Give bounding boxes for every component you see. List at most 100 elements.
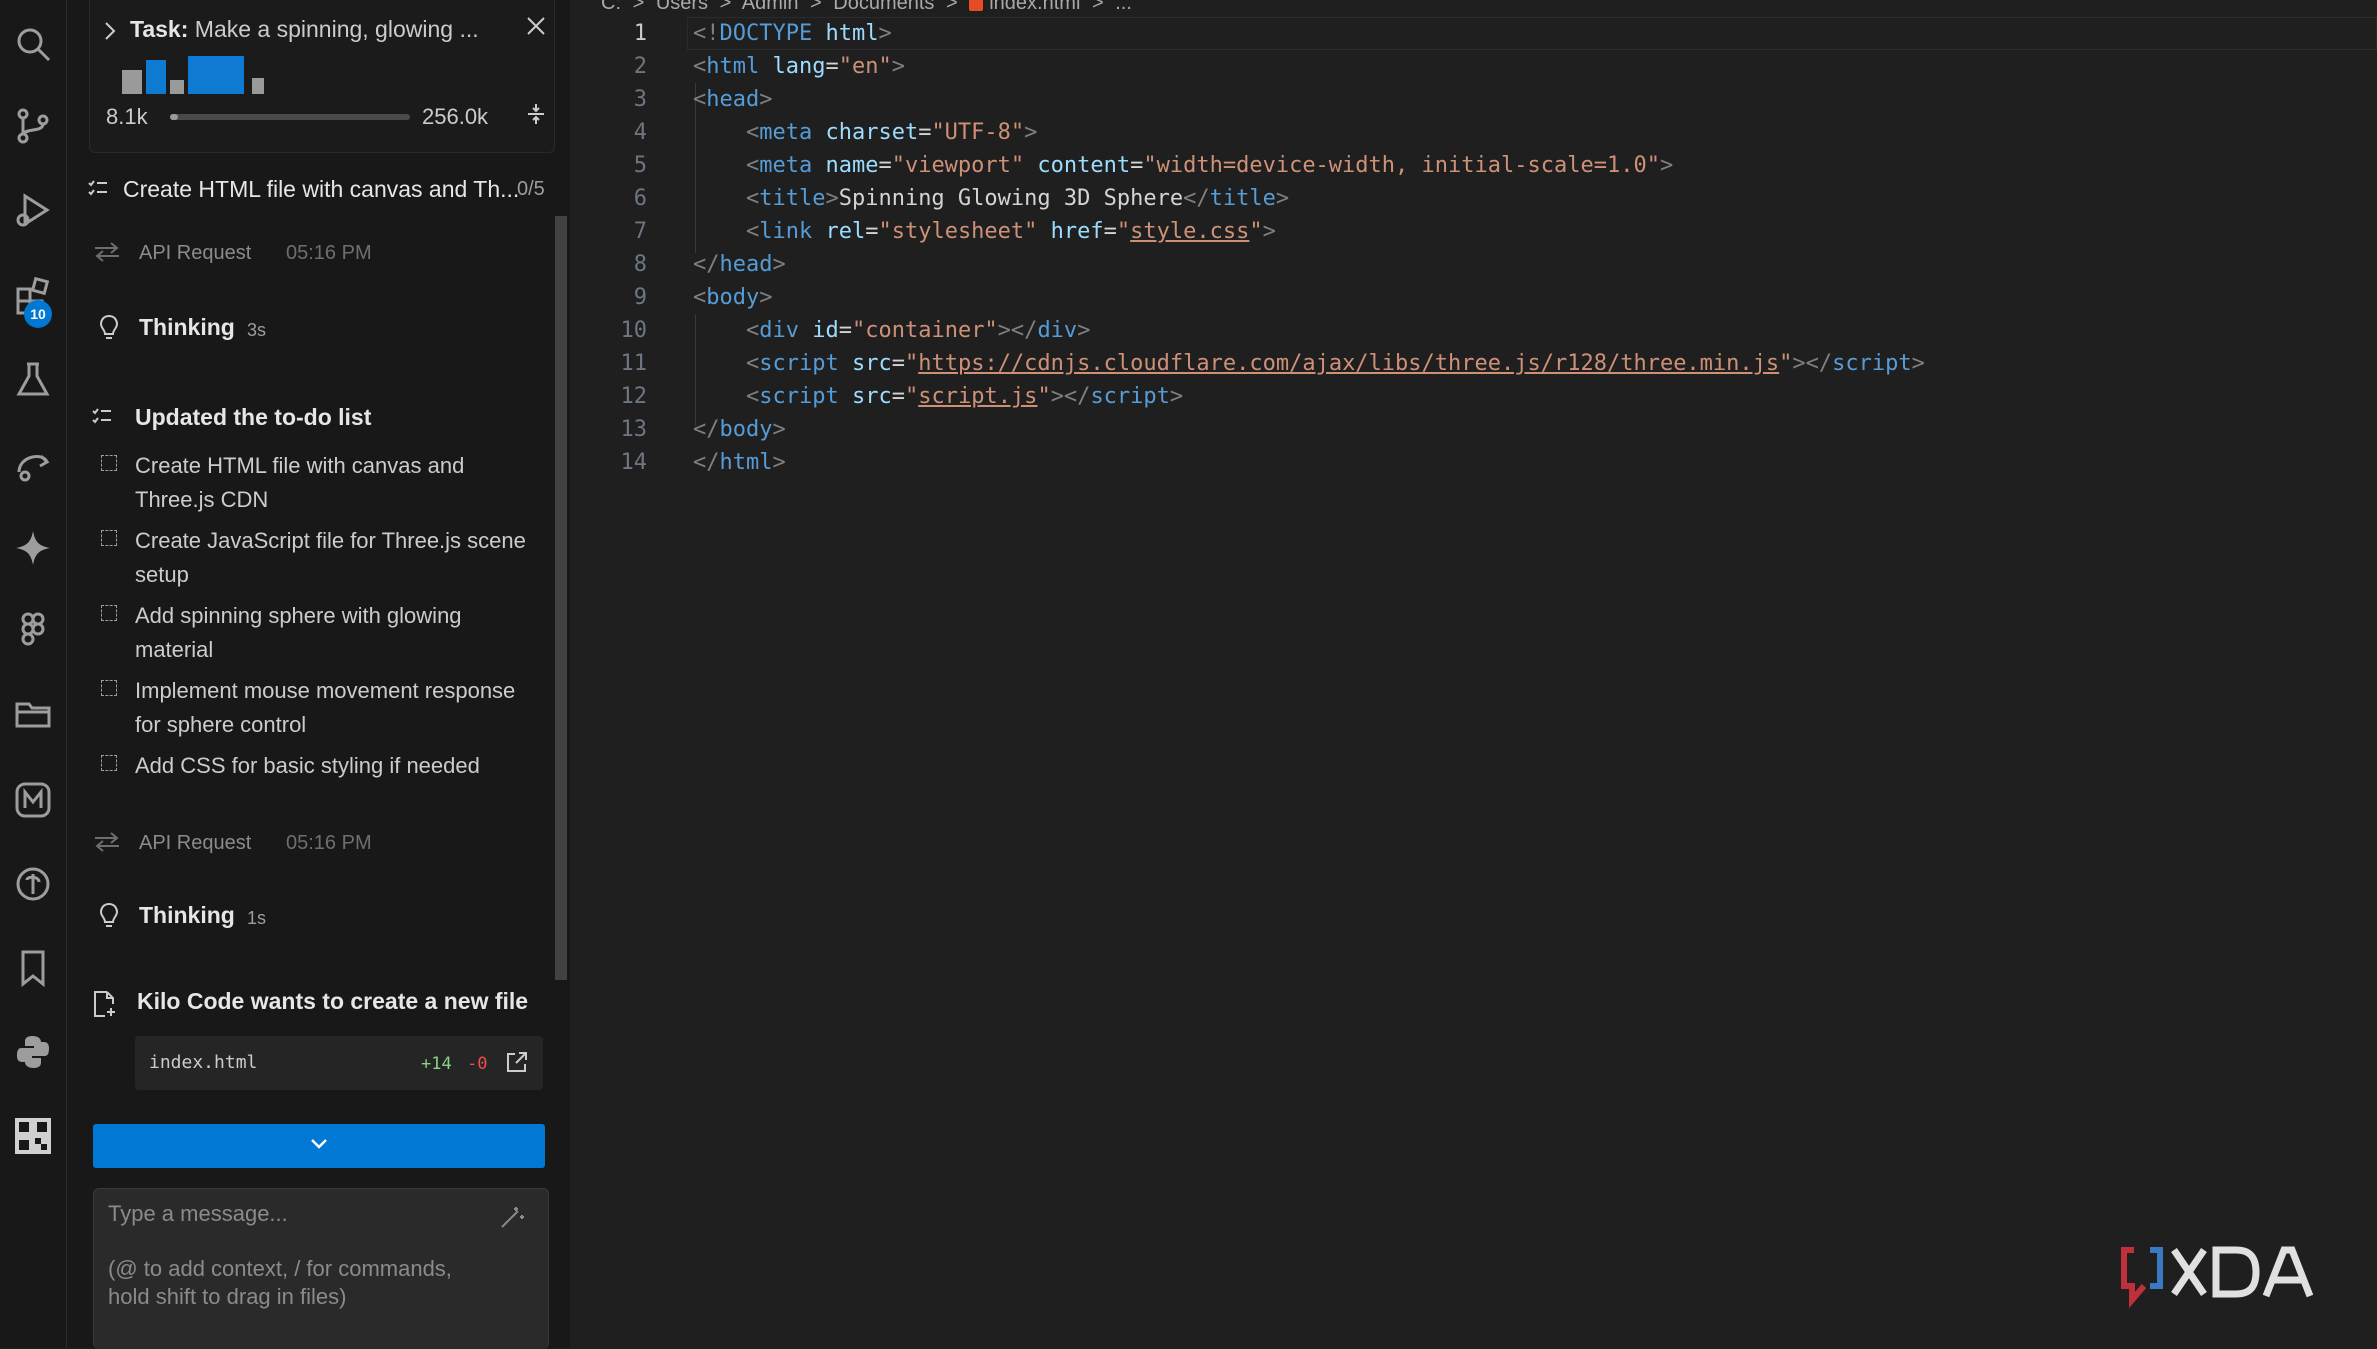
code-line[interactable]: 13 </body> xyxy=(571,413,2377,446)
breadcrumb-admin[interactable]: Admin xyxy=(742,0,799,14)
chevron-right-icon[interactable] xyxy=(102,20,118,47)
close-icon[interactable] xyxy=(524,14,548,43)
todo-text: Add CSS for basic styling if needed xyxy=(135,753,480,778)
testing-icon[interactable] xyxy=(0,350,66,410)
code-token: > xyxy=(1911,351,1925,376)
code-token: </ xyxy=(1183,186,1210,211)
scroll-to-bottom-button[interactable] xyxy=(93,1124,545,1168)
qr-icon[interactable] xyxy=(0,1106,66,1166)
line-number: 4 xyxy=(633,120,647,145)
message-input[interactable]: Type a message... (@ to add context, / f… xyxy=(93,1188,549,1349)
panel-scrollbar[interactable] xyxy=(555,216,567,980)
breadcrumb-file[interactable]: index.html xyxy=(989,0,1080,14)
todo-checkbox[interactable] xyxy=(101,530,117,546)
code-token: href xyxy=(1050,219,1104,244)
code-line[interactable]: 3 <head> xyxy=(571,83,2377,116)
code-line[interactable]: 6 <title>Spinning Glowing 3D Sphere</tit… xyxy=(571,182,2377,215)
code-token: < xyxy=(745,384,760,409)
line-code: <link rel="stylesheet" href="style.css"> xyxy=(693,215,1276,248)
code-line[interactable]: 8 </head> xyxy=(571,248,2377,281)
breadcrumb-users[interactable]: Users xyxy=(656,0,708,14)
code-token: body xyxy=(706,285,760,310)
code-token: < xyxy=(693,54,707,79)
code-token: ></ xyxy=(1050,384,1091,409)
file-name: index.html xyxy=(149,1052,258,1073)
api-request-row[interactable]: API Request 05:16 PM xyxy=(93,828,533,858)
code-token: "UTF-8" xyxy=(931,120,1025,145)
figma-icon[interactable] xyxy=(0,600,66,660)
code-token: "container" xyxy=(851,318,998,343)
todo-checkbox[interactable] xyxy=(101,455,117,471)
code-token: </ xyxy=(693,417,720,442)
task-header[interactable]: Task: Make a spinning, glowing ... 8.1k … xyxy=(89,0,555,153)
ai-sparkle-icon[interactable] xyxy=(0,518,66,578)
code-token: meta xyxy=(759,120,813,145)
kilo-icon[interactable] xyxy=(0,770,66,830)
usage-bar xyxy=(146,60,166,94)
code-token: "viewport" xyxy=(891,153,1025,178)
breadcrumb-documents[interactable]: Documents xyxy=(833,0,934,14)
code-line[interactable]: 14 </html> xyxy=(571,446,2377,479)
code-token: src xyxy=(851,351,892,376)
code-line[interactable]: 7 <link rel="stylesheet" href="style.css… xyxy=(571,215,2377,248)
token-usage-bars xyxy=(122,56,282,94)
code-line[interactable]: 11 <script src="https://cdnjs.cloudflare… xyxy=(571,347,2377,380)
code-token: style.css xyxy=(1130,219,1250,244)
api-request-label: API Request xyxy=(139,832,252,854)
context-used: 8.1k xyxy=(106,104,148,129)
code-line[interactable]: 5 <meta name="viewport" content="width=d… xyxy=(571,149,2377,182)
code-line[interactable]: 10 <div id="container"></div> xyxy=(571,314,2377,347)
todo-checkbox[interactable] xyxy=(101,605,117,621)
code-token: script xyxy=(759,384,839,409)
code-token: > xyxy=(759,285,773,310)
todo-checkbox[interactable] xyxy=(101,755,117,771)
code-token: </ xyxy=(693,252,720,277)
thinking-row[interactable]: Thinking 3s xyxy=(95,312,535,344)
breadcrumb-more[interactable]: ... xyxy=(1115,0,1132,14)
enhance-prompt-icon[interactable] xyxy=(498,1203,526,1236)
code-token: body xyxy=(719,417,773,442)
python-icon[interactable] xyxy=(0,1022,66,1082)
code-line[interactable]: 4 <meta charset="UTF-8"> xyxy=(571,116,2377,149)
code-editor[interactable]: C: > Users > Admin > Documents > index.h… xyxy=(571,0,2377,1348)
thinking-row[interactable]: Thinking 1s xyxy=(95,900,535,932)
breadcrumb-drive[interactable]: C: xyxy=(601,0,621,14)
code-line[interactable]: 1 <!DOCTYPE html> xyxy=(571,17,2377,50)
bookmark-icon[interactable] xyxy=(0,938,66,998)
thinking-label: Thinking xyxy=(139,902,235,928)
code-token: > xyxy=(772,450,786,475)
folder-icon[interactable] xyxy=(0,684,66,744)
code-line[interactable]: 12 <script src="script.js"></script> xyxy=(571,380,2377,413)
lines-removed: -0 xyxy=(467,1054,488,1074)
code-token: > xyxy=(825,186,839,211)
run-debug-icon[interactable] xyxy=(0,180,66,240)
api-request-row[interactable]: API Request 05:16 PM xyxy=(93,238,533,268)
code-token: " xyxy=(904,384,919,409)
remote-icon[interactable] xyxy=(0,434,66,494)
todo-updated-label: Updated the to-do list xyxy=(135,404,372,430)
code-line[interactable]: 9 <body> xyxy=(571,281,2377,314)
code-token: script xyxy=(1090,384,1170,409)
line-number: 3 xyxy=(633,87,647,112)
task-label: Task: xyxy=(130,16,189,42)
line-number: 1 xyxy=(633,21,647,46)
open-external-icon[interactable] xyxy=(505,1050,529,1079)
code-token: > xyxy=(1275,186,1290,211)
condense-icon[interactable] xyxy=(524,102,548,131)
line-number: 7 xyxy=(633,219,647,244)
todo-text: Create JavaScript file for Three.js scen… xyxy=(135,528,526,587)
line-code: <head> xyxy=(693,83,772,116)
todo-checkbox[interactable] xyxy=(101,680,117,696)
source-control-icon[interactable] xyxy=(0,96,66,156)
line-number: 2 xyxy=(633,54,647,79)
file-diff-chip[interactable]: index.html +14 -0 xyxy=(135,1036,543,1090)
code-line[interactable]: 2 <html lang="en"> xyxy=(571,50,2377,83)
code-token: DOCTYPE xyxy=(719,21,813,46)
search-icon[interactable] xyxy=(0,14,66,74)
accounts-icon[interactable] xyxy=(0,854,66,914)
todo-summary[interactable]: Create HTML file with canvas and Th... 0… xyxy=(87,176,547,206)
